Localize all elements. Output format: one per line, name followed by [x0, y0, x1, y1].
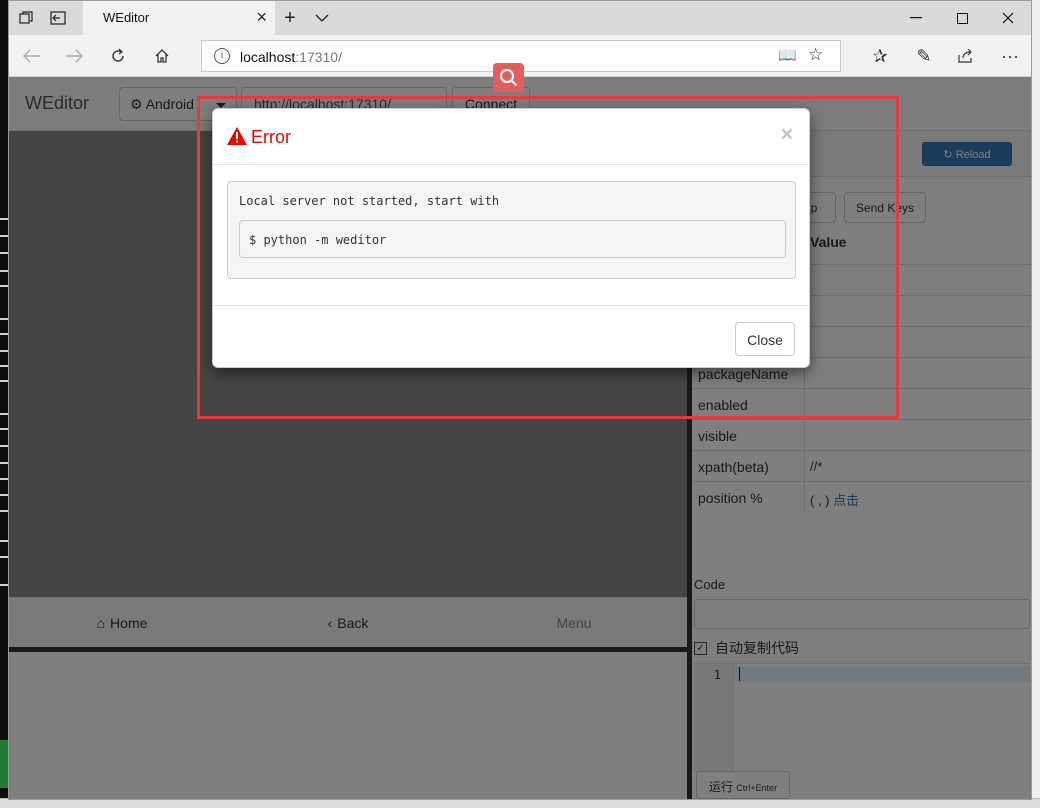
close-window-icon[interactable]: [985, 1, 1031, 35]
arrow-left-icon[interactable]: [19, 43, 45, 69]
address-text: localhost:17310/: [240, 49, 342, 65]
info-icon[interactable]: i: [214, 48, 230, 64]
maximize-icon[interactable]: [939, 1, 985, 35]
share-icon[interactable]: [953, 43, 979, 69]
pen-icon[interactable]: ✎: [911, 43, 937, 69]
more-icon[interactable]: ···: [997, 43, 1023, 69]
arrow-right-icon[interactable]: [61, 43, 87, 69]
browser-tab-weditor[interactable]: WEditor ×: [83, 1, 275, 35]
address-port: :17310/: [295, 49, 342, 65]
star-icon[interactable]: ☆: [808, 45, 823, 65]
highlight-annotation: [197, 96, 899, 419]
tab-bar: WEditor × +: [9, 1, 1031, 35]
tabs-icon[interactable]: [15, 7, 37, 29]
plus-icon[interactable]: +: [279, 7, 301, 29]
star-list-icon[interactable]: ✰: [867, 43, 893, 69]
close-icon[interactable]: ×: [256, 7, 267, 28]
search-icon[interactable]: [493, 63, 524, 92]
book-icon[interactable]: 📖: [778, 46, 797, 64]
tab-title: WEditor: [103, 10, 150, 25]
refresh-icon[interactable]: [105, 43, 131, 69]
address-host: localhost: [240, 49, 296, 65]
home-icon[interactable]: [149, 43, 175, 69]
chevron-down-icon[interactable]: [311, 7, 333, 29]
minimize-icon[interactable]: [893, 1, 939, 35]
tab-back-icon[interactable]: [47, 7, 69, 29]
